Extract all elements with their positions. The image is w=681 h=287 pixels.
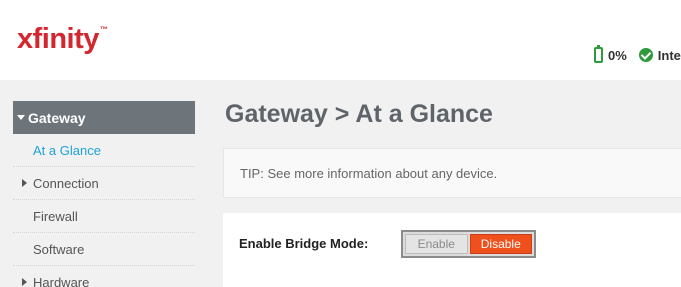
caret-right-icon <box>22 179 27 187</box>
battery-percent: 0% <box>608 47 627 63</box>
enable-button[interactable]: Enable <box>405 234 468 254</box>
logo-trademark: ™ <box>99 25 108 34</box>
caret-down-icon <box>17 115 25 120</box>
sidebar-item-label: Hardware <box>33 274 90 287</box>
header: xfinity™ 0% Inte <box>0 0 681 80</box>
sidebar-item-firewall[interactable]: Firewall <box>13 200 195 233</box>
bridge-mode-label: Enable Bridge Mode: <box>239 236 369 251</box>
sidebar-section-label: Gateway <box>28 109 86 126</box>
bridge-mode-panel: Enable Bridge Mode: Enable Disable <box>223 213 681 287</box>
logo-text: xfinity <box>17 23 99 55</box>
tip-box: TIP: See more information about any devi… <box>223 148 681 198</box>
bridge-mode-toggle: Enable Disable <box>401 230 536 258</box>
page-title: Gateway > At a Glance <box>225 100 493 128</box>
tip-text: TIP: See more information about any devi… <box>240 166 498 181</box>
sidebar-section-gateway[interactable]: Gateway <box>13 101 195 134</box>
sidebar-item-hardware[interactable]: Hardware <box>13 266 195 287</box>
battery-icon <box>594 45 603 63</box>
sidebar-item-label: At a Glance <box>33 142 101 158</box>
internet-status[interactable]: Inte <box>658 48 681 63</box>
sidebar-item-at-a-glance[interactable]: At a Glance <box>13 134 195 167</box>
sidebar-nav: Gateway At a Glance Connection Firewall … <box>13 101 195 287</box>
sidebar-item-connection[interactable]: Connection <box>13 167 195 200</box>
caret-right-icon <box>22 278 27 286</box>
status-area: 0% Inte <box>594 45 681 65</box>
sidebar-item-software[interactable]: Software <box>13 233 195 266</box>
disable-button[interactable]: Disable <box>469 234 532 254</box>
xfinity-logo[interactable]: xfinity™ <box>17 23 108 56</box>
sidebar-item-label: Connection <box>33 175 99 191</box>
sidebar-item-label: Software <box>33 241 85 257</box>
check-circle-icon <box>638 48 653 62</box>
sidebar-item-label: Firewall <box>33 208 78 224</box>
